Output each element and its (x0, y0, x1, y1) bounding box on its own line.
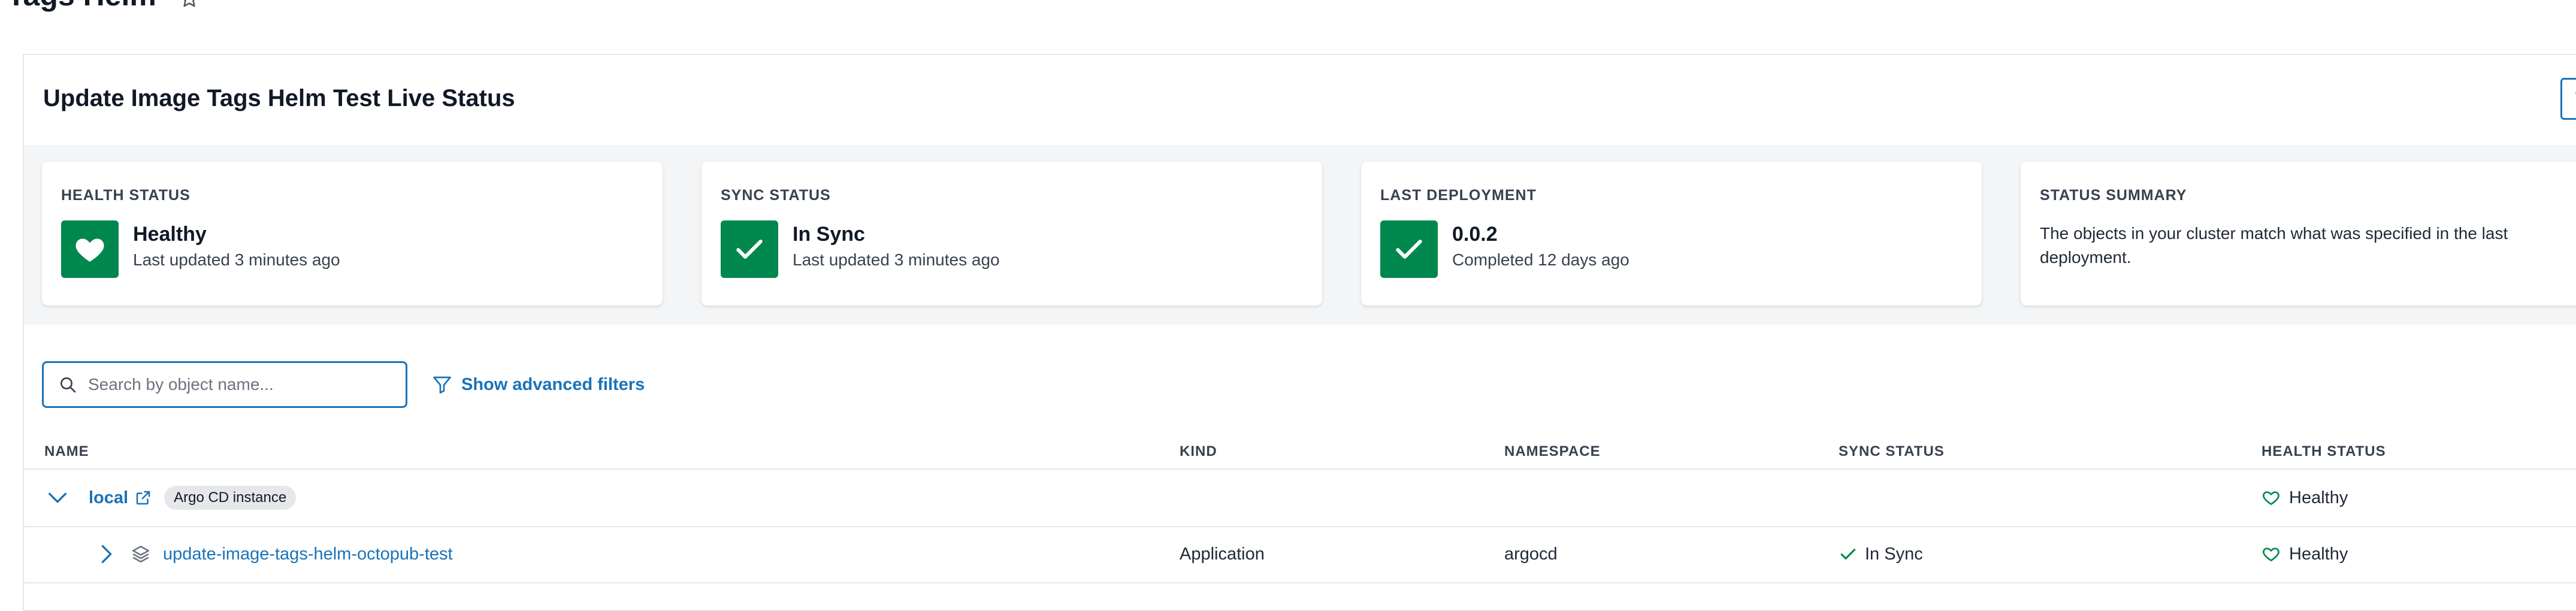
chevron-down-icon[interactable] (46, 486, 69, 510)
local-instance-link[interactable]: local (89, 488, 128, 508)
last-deployment-card: LAST DEPLOYMENT 0.0.2 Completed 12 days … (1361, 162, 1982, 306)
column-header-namespace[interactable]: NAMESPACE (1504, 443, 1601, 460)
row-health-status: Healthy (2289, 544, 2348, 564)
argo-cd-instance-badge: Argo CD instance (164, 486, 297, 510)
application-link[interactable]: update-image-tags-helm-octopub-test (163, 545, 453, 564)
row-sync-cell: In Sync (1839, 526, 1923, 582)
column-header-kind[interactable]: KIND (1180, 443, 1217, 460)
status-summary-label: STATUS SUMMARY (2040, 187, 2187, 204)
row-kind-cell: Application (1180, 544, 1265, 564)
heart-outline-icon (2263, 491, 2279, 505)
filter-icon (433, 376, 451, 394)
row-health-cell: Healthy (2261, 470, 2348, 526)
sync-status-value: In Sync (793, 223, 865, 246)
row-namespace-cell: argocd (1504, 544, 1558, 564)
heart-icon (75, 238, 104, 262)
live-status-title: Update Image Tags Helm Test Live Status (43, 85, 515, 111)
column-header-name[interactable]: NAME (44, 443, 89, 460)
last-deployment-label: LAST DEPLOYMENT (1380, 187, 1537, 204)
sync-status-tile (721, 220, 778, 278)
sync-status-updated: Last updated 3 minutes ago (793, 250, 1000, 269)
status-summary-card: STATUS SUMMARY The objects in your clust… (2021, 162, 2576, 306)
star-icon[interactable] (179, 0, 199, 9)
health-status-value: Healthy (133, 223, 207, 246)
table-row: local Argo CD instance Healthy (24, 470, 2576, 527)
health-status-card: HEALTH STATUS Healthy Last updated 3 min… (42, 162, 663, 306)
page-title: e Tags Helm (0, 0, 156, 13)
show-advanced-filters-label: Show advanced filters (461, 374, 645, 394)
row-sync-status: In Sync (1865, 544, 1923, 564)
search-input[interactable] (87, 374, 401, 395)
last-deployment-tile (1380, 220, 1438, 278)
status-summary-text: The objects in your cluster match what w… (2040, 224, 2508, 267)
row-name-cell: local Argo CD instance (46, 470, 297, 526)
panel-action-button[interactable]: Ti (2560, 78, 2576, 120)
show-advanced-filters-button[interactable]: Show advanced filters (431, 374, 645, 395)
check-icon (736, 240, 763, 259)
health-status-updated: Last updated 3 minutes ago (133, 250, 340, 269)
status-cards-band: HEALTH STATUS Healthy Last updated 3 min… (24, 145, 2576, 325)
column-header-sync-status[interactable]: SYNC STATUS (1839, 443, 1945, 460)
panel-header: Update Image Tags Helm Test Live Status … (24, 55, 2576, 145)
row-name-cell: update-image-tags-helm-octopub-test (95, 526, 453, 582)
row-health-status: Healthy (2289, 488, 2348, 507)
health-status-tile (61, 220, 119, 278)
search-icon (61, 377, 76, 393)
search-box[interactable] (42, 361, 407, 408)
table-row: update-image-tags-helm-octopub-test Appl… (24, 526, 2576, 583)
chevron-right-icon[interactable] (95, 542, 119, 566)
sync-status-card: SYNC STATUS In Sync Last updated 3 minut… (702, 162, 1322, 306)
last-deployment-completed: Completed 12 days ago (1452, 250, 1629, 269)
heart-outline-icon (2263, 548, 2279, 561)
page-header: e Tags Helm (0, 0, 199, 12)
layers-icon (132, 545, 150, 563)
last-deployment-version[interactable]: 0.0.2 (1452, 223, 1498, 246)
external-link-icon[interactable] (134, 489, 152, 507)
row-health-cell: Healthy (2261, 526, 2348, 582)
live-status-panel: Update Image Tags Helm Test Live Status … (23, 54, 2576, 611)
check-icon (1840, 549, 1856, 559)
check-icon (1396, 240, 1422, 259)
sync-status-label: SYNC STATUS (721, 187, 831, 204)
filter-bar: Show advanced filters (42, 361, 645, 409)
health-status-label: HEALTH STATUS (61, 187, 191, 204)
column-header-health-status[interactable]: HEALTH STATUS (2261, 443, 2386, 460)
table-header-row: NAME KIND NAMESPACE SYNC STATUS HEALTH S… (24, 427, 2576, 470)
